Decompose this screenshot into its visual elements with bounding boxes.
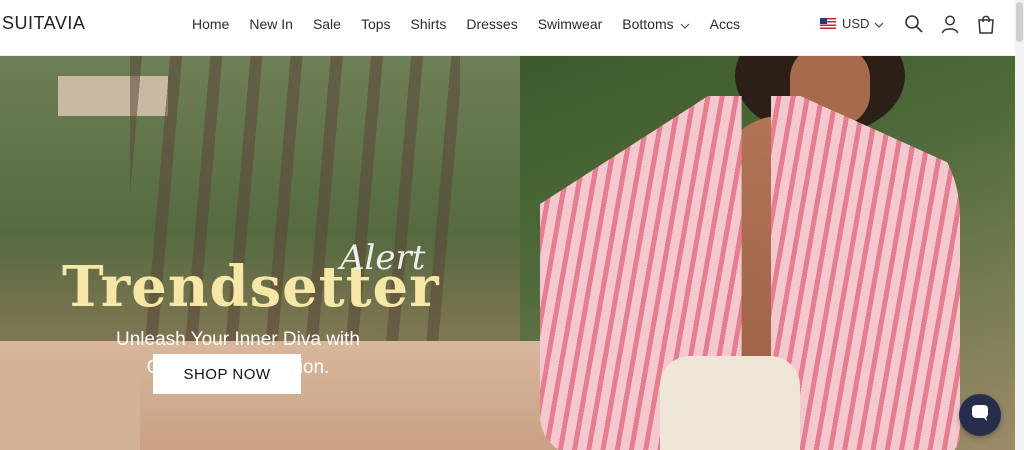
currency-selector[interactable]: USD: [820, 16, 884, 31]
scroll-thumb[interactable]: [1016, 2, 1023, 42]
nav-item-swimwear[interactable]: Swimwear: [538, 16, 603, 32]
shopping-bag-icon[interactable]: [976, 14, 996, 39]
nav-item-tops[interactable]: Tops: [361, 16, 391, 32]
nav-label: Shirts: [410, 16, 447, 32]
nav-label: New In: [249, 16, 293, 32]
chevron-down-icon: [680, 16, 690, 32]
nav-item-sale[interactable]: Sale: [313, 16, 341, 32]
nav-label: Accs: [709, 16, 740, 32]
currency-label: USD: [842, 16, 870, 31]
chat-bubble-icon: [970, 403, 990, 428]
nav-item-new-in[interactable]: New In: [249, 16, 293, 32]
chat-button[interactable]: [959, 394, 1001, 436]
nav-item-dresses[interactable]: Dresses: [466, 16, 517, 32]
nav-item-bottoms[interactable]: Bottoms: [622, 16, 690, 32]
tagline-line-1: Unleash Your Inner Diva with: [116, 329, 360, 350]
main-nav: Home New In Sale Tops Shirts Dresses Swi…: [192, 16, 760, 32]
nav-label: Home: [192, 16, 230, 32]
account-icon[interactable]: [940, 14, 960, 39]
nav-item-shirts[interactable]: Shirts: [411, 16, 447, 32]
nav-item-accs[interactable]: Accs: [710, 16, 740, 32]
us-flag-icon: [820, 18, 836, 29]
brand-logo[interactable]: SUITAVIA: [2, 13, 85, 34]
chevron-down-icon: [874, 16, 884, 31]
nav-label: Swimwear: [537, 16, 603, 32]
search-icon[interactable]: [904, 14, 924, 39]
nav-label: Dresses: [466, 16, 518, 32]
site-header: SUITAVIA Home New In Sale Tops Shirts Dr…: [0, 0, 1024, 56]
model-pants: [660, 356, 800, 450]
nav-label: Sale: [312, 16, 341, 32]
hero-bg-ledge: [0, 376, 140, 450]
nav-label: Bottoms: [622, 16, 674, 32]
nav-item-home[interactable]: Home: [192, 16, 229, 32]
shop-now-button[interactable]: SHOP NOW: [153, 354, 301, 394]
page-scrollbar[interactable]: [1015, 0, 1024, 450]
nav-label: Tops: [360, 16, 391, 32]
hero-script-overlay: Alert: [340, 238, 426, 278]
